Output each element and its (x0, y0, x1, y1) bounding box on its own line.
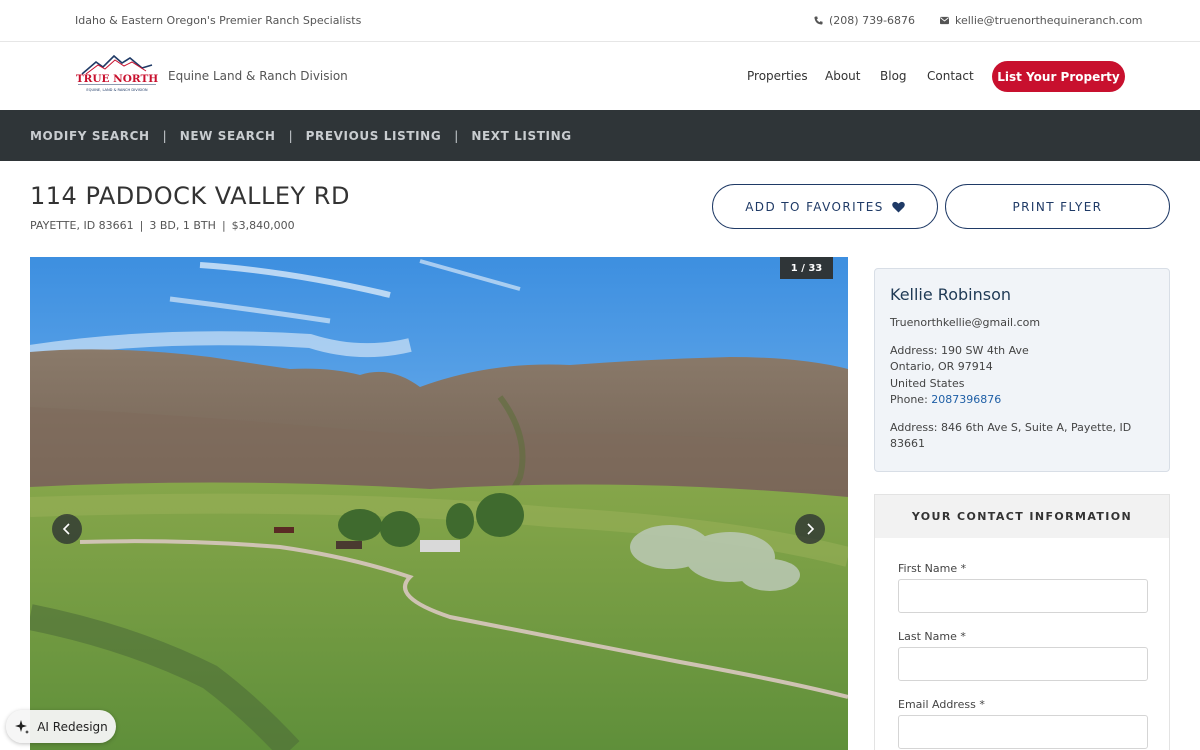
nav-about[interactable]: About (825, 69, 860, 83)
listing-address: 114 PADDOCK VALLEY RD (30, 182, 350, 210)
top-phone-text: (208) 739-6876 (829, 14, 916, 27)
listing-beds-baths: 3 BD, 1 BTH (149, 219, 216, 232)
chevron-right-icon (807, 523, 815, 535)
sparkle-icon (15, 719, 30, 734)
first-name-field[interactable] (898, 579, 1148, 613)
previous-listing-link[interactable]: PREVIOUS LISTING (306, 129, 442, 143)
email-label: Email Address * (898, 698, 985, 711)
listing-price: $3,840,000 (231, 219, 295, 232)
tagline: Idaho & Eastern Oregon's Premier Ranch S… (75, 14, 362, 27)
top-email-link[interactable]: kellie@truenorthequineranch.com (940, 14, 1143, 27)
nav-blog[interactable]: Blog (880, 69, 907, 83)
print-flyer-button[interactable]: PRINT FLYER (945, 184, 1170, 229)
true-north-logo[interactable]: TRUE NORTH EQUINE, LAND & RANCH DIVISION (76, 54, 158, 94)
nav-properties[interactable]: Properties (747, 69, 808, 83)
nav-contact[interactable]: Contact (927, 69, 974, 83)
new-search-link[interactable]: NEW SEARCH (180, 129, 276, 143)
separator: | (454, 128, 459, 143)
add-to-favorites-button[interactable]: ADD TO FAVORITES (712, 184, 938, 229)
agent-phone-link[interactable]: 2087396876 (931, 393, 1001, 406)
top-bar: Idaho & Eastern Oregon's Premier Ranch S… (0, 0, 1200, 42)
ai-redesign-label: AI Redesign (37, 719, 108, 734)
agent-name: Kellie Robinson (890, 285, 1011, 304)
agent-email[interactable]: Truenorthkellie@gmail.com (890, 315, 1154, 332)
separator: | (221, 219, 226, 232)
separator: | (139, 219, 144, 232)
agent-address-line2: Ontario, OR 97914 (890, 360, 993, 373)
contact-form-heading: YOUR CONTACT INFORMATION (875, 495, 1169, 538)
phone-icon (814, 16, 823, 25)
first-name-label: First Name * (898, 562, 967, 575)
svg-text:TRUE NORTH: TRUE NORTH (76, 73, 158, 85)
top-email-text: kellie@truenorthequineranch.com (955, 14, 1143, 27)
envelope-icon (940, 16, 949, 25)
separator: | (288, 128, 293, 143)
ranch-landscape-image (30, 257, 848, 750)
top-phone-link[interactable]: (208) 739-6876 (814, 14, 915, 27)
listing-meta: PAYETTE, ID 83661 | 3 BD, 1 BTH | $3,840… (30, 219, 295, 232)
ai-redesign-button[interactable]: AI Redesign (6, 710, 116, 743)
contact-form: YOUR CONTACT INFORMATION First Name * La… (874, 494, 1170, 750)
next-photo-button[interactable] (795, 514, 825, 544)
favorites-label: ADD TO FAVORITES (745, 199, 884, 214)
modify-search-link[interactable]: MODIFY SEARCH (30, 129, 150, 143)
agent-card: Kellie Robinson Truenorthkellie@gmail.co… (874, 268, 1170, 472)
last-name-field[interactable] (898, 647, 1148, 681)
separator: | (162, 128, 167, 143)
listing-photo[interactable] (30, 257, 848, 750)
photo-counter: 1 / 33 (780, 257, 833, 279)
listing-location: PAYETTE, ID 83661 (30, 219, 134, 232)
email-field[interactable] (898, 715, 1148, 749)
previous-photo-button[interactable] (52, 514, 82, 544)
agent-address-line3: United States (890, 376, 965, 390)
chevron-left-icon (62, 523, 70, 535)
agent-phone-prefix: Phone: (890, 393, 932, 406)
site-header: TRUE NORTH EQUINE, LAND & RANCH DIVISION… (0, 42, 1200, 110)
svg-text:EQUINE, LAND & RANCH DIVISION: EQUINE, LAND & RANCH DIVISION (86, 88, 147, 92)
office-address: Address: 846 6th Ave S, Suite A, Payette… (890, 420, 1132, 451)
list-your-property-button[interactable]: List Your Property (992, 61, 1125, 92)
last-name-label: Last Name * (898, 630, 966, 643)
listing-nav-bar: MODIFY SEARCH | NEW SEARCH | PREVIOUS LI… (0, 110, 1200, 161)
next-listing-link[interactable]: NEXT LISTING (471, 129, 571, 143)
heart-icon (892, 201, 905, 212)
agent-phone-row: Phone: 2087396876 (890, 392, 1154, 409)
agent-address-line1: Address: 190 SW 4th Ave (890, 343, 1029, 357)
division-label: Equine Land & Ranch Division (168, 69, 348, 83)
